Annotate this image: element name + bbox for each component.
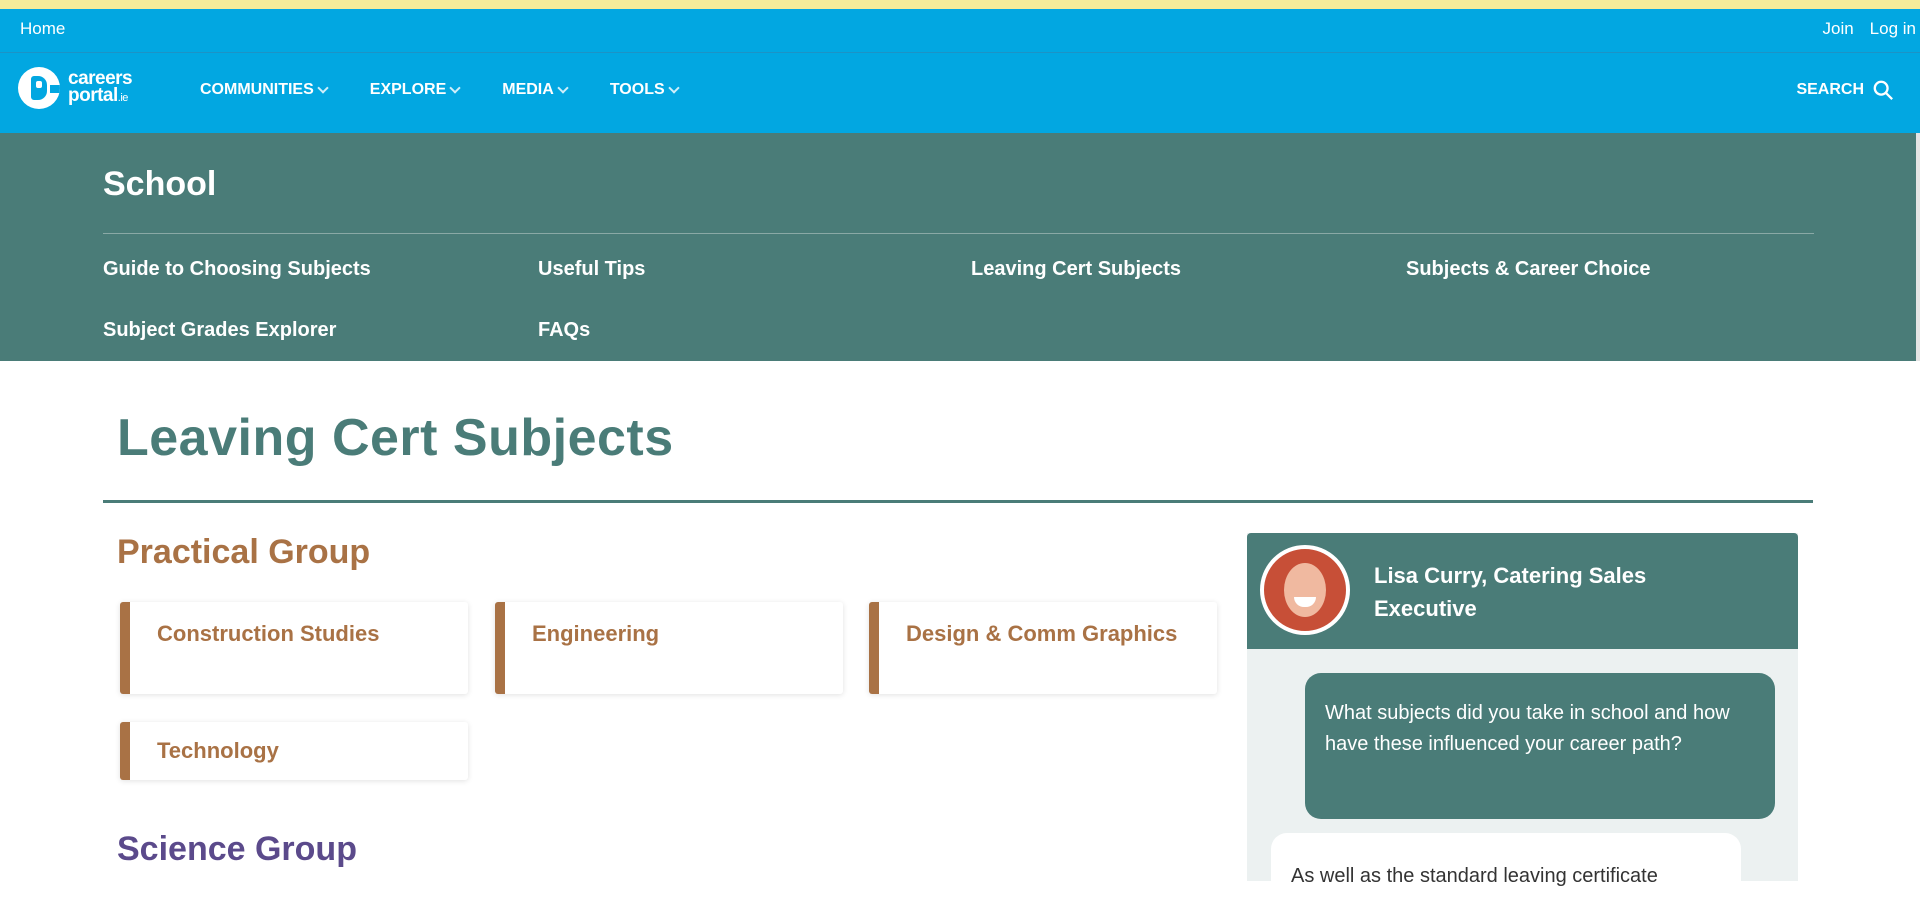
logo-text: careers portal.ie [68, 67, 133, 106]
subject-card-engineering[interactable]: Engineering [495, 602, 843, 694]
subject-label: Design & Comm Graphics [906, 621, 1178, 646]
subnav-faqs[interactable]: FAQs [538, 319, 590, 342]
scrollbar-track[interactable] [1916, 133, 1920, 361]
section-title: School [103, 165, 217, 203]
home-link[interactable]: Home [20, 19, 65, 39]
primary-nav: COMMUNITIES EXPLORE MEDIA TOOLS [200, 81, 721, 99]
top-stripe [0, 0, 1920, 9]
nav-tools[interactable]: TOOLS [610, 81, 680, 99]
careersportal-logo[interactable]: careers portal.ie [18, 67, 133, 109]
subnav-guide-choosing-subjects[interactable]: Guide to Choosing Subjects [103, 258, 371, 281]
subject-card-construction-studies[interactable]: Construction Studies [120, 602, 468, 694]
subject-card-design-comm-graphics[interactable]: Design & Comm Graphics [869, 602, 1217, 694]
group-title-science: Science Group [117, 830, 357, 868]
subnav-subject-grades-explorer[interactable]: Subject Grades Explorer [103, 319, 336, 342]
logo-mark-icon [18, 67, 60, 109]
subnav-useful-tips[interactable]: Useful Tips [538, 258, 645, 281]
nav-communities[interactable]: COMMUNITIES [200, 81, 329, 99]
chevron-down-icon [667, 81, 680, 94]
join-link[interactable]: Join [1822, 19, 1853, 39]
account-links: Join Log in [1822, 19, 1916, 39]
divider [103, 233, 1814, 234]
subnav-leaving-cert-subjects[interactable]: Leaving Cert Subjects [971, 258, 1181, 281]
login-link[interactable]: Log in [1870, 19, 1916, 39]
chevron-down-icon [557, 81, 569, 94]
answer-bubble: As well as the standard leaving certific… [1271, 833, 1741, 913]
title-divider [103, 500, 1813, 503]
interview-header[interactable]: Lisa Curry, Catering Sales Executive [1247, 533, 1798, 649]
question-bubble: What subjects did you take in school and… [1305, 673, 1775, 819]
subject-label: Engineering [532, 621, 660, 646]
subject-label: Construction Studies [157, 621, 380, 646]
utility-bar: Home Join Log in [0, 9, 1920, 53]
main-navbar: careers portal.ie COMMUNITIES EXPLORE ME… [0, 53, 1920, 133]
subject-label: Technology [157, 738, 279, 763]
avatar [1260, 545, 1350, 635]
subnav-subjects-career-choice[interactable]: Subjects & Career Choice [1406, 258, 1651, 281]
chevron-down-icon [449, 81, 461, 94]
interviewee-name: Lisa Curry, Catering Sales Executive [1374, 563, 1647, 621]
school-subnav: School Guide to Choosing Subjects Useful… [0, 133, 1920, 361]
nav-explore[interactable]: EXPLORE [370, 81, 461, 99]
nav-media[interactable]: MEDIA [502, 81, 569, 99]
chevron-down-icon [317, 81, 329, 94]
search-icon [1873, 80, 1893, 100]
career-interview-panel: Lisa Curry, Catering Sales Executive Wha… [1247, 533, 1798, 913]
group-title-practical: Practical Group [117, 533, 371, 571]
subject-card-technology[interactable]: Technology [120, 722, 468, 780]
search-button[interactable]: SEARCH [1796, 79, 1894, 101]
page-title: Leaving Cert Subjects [117, 409, 674, 467]
